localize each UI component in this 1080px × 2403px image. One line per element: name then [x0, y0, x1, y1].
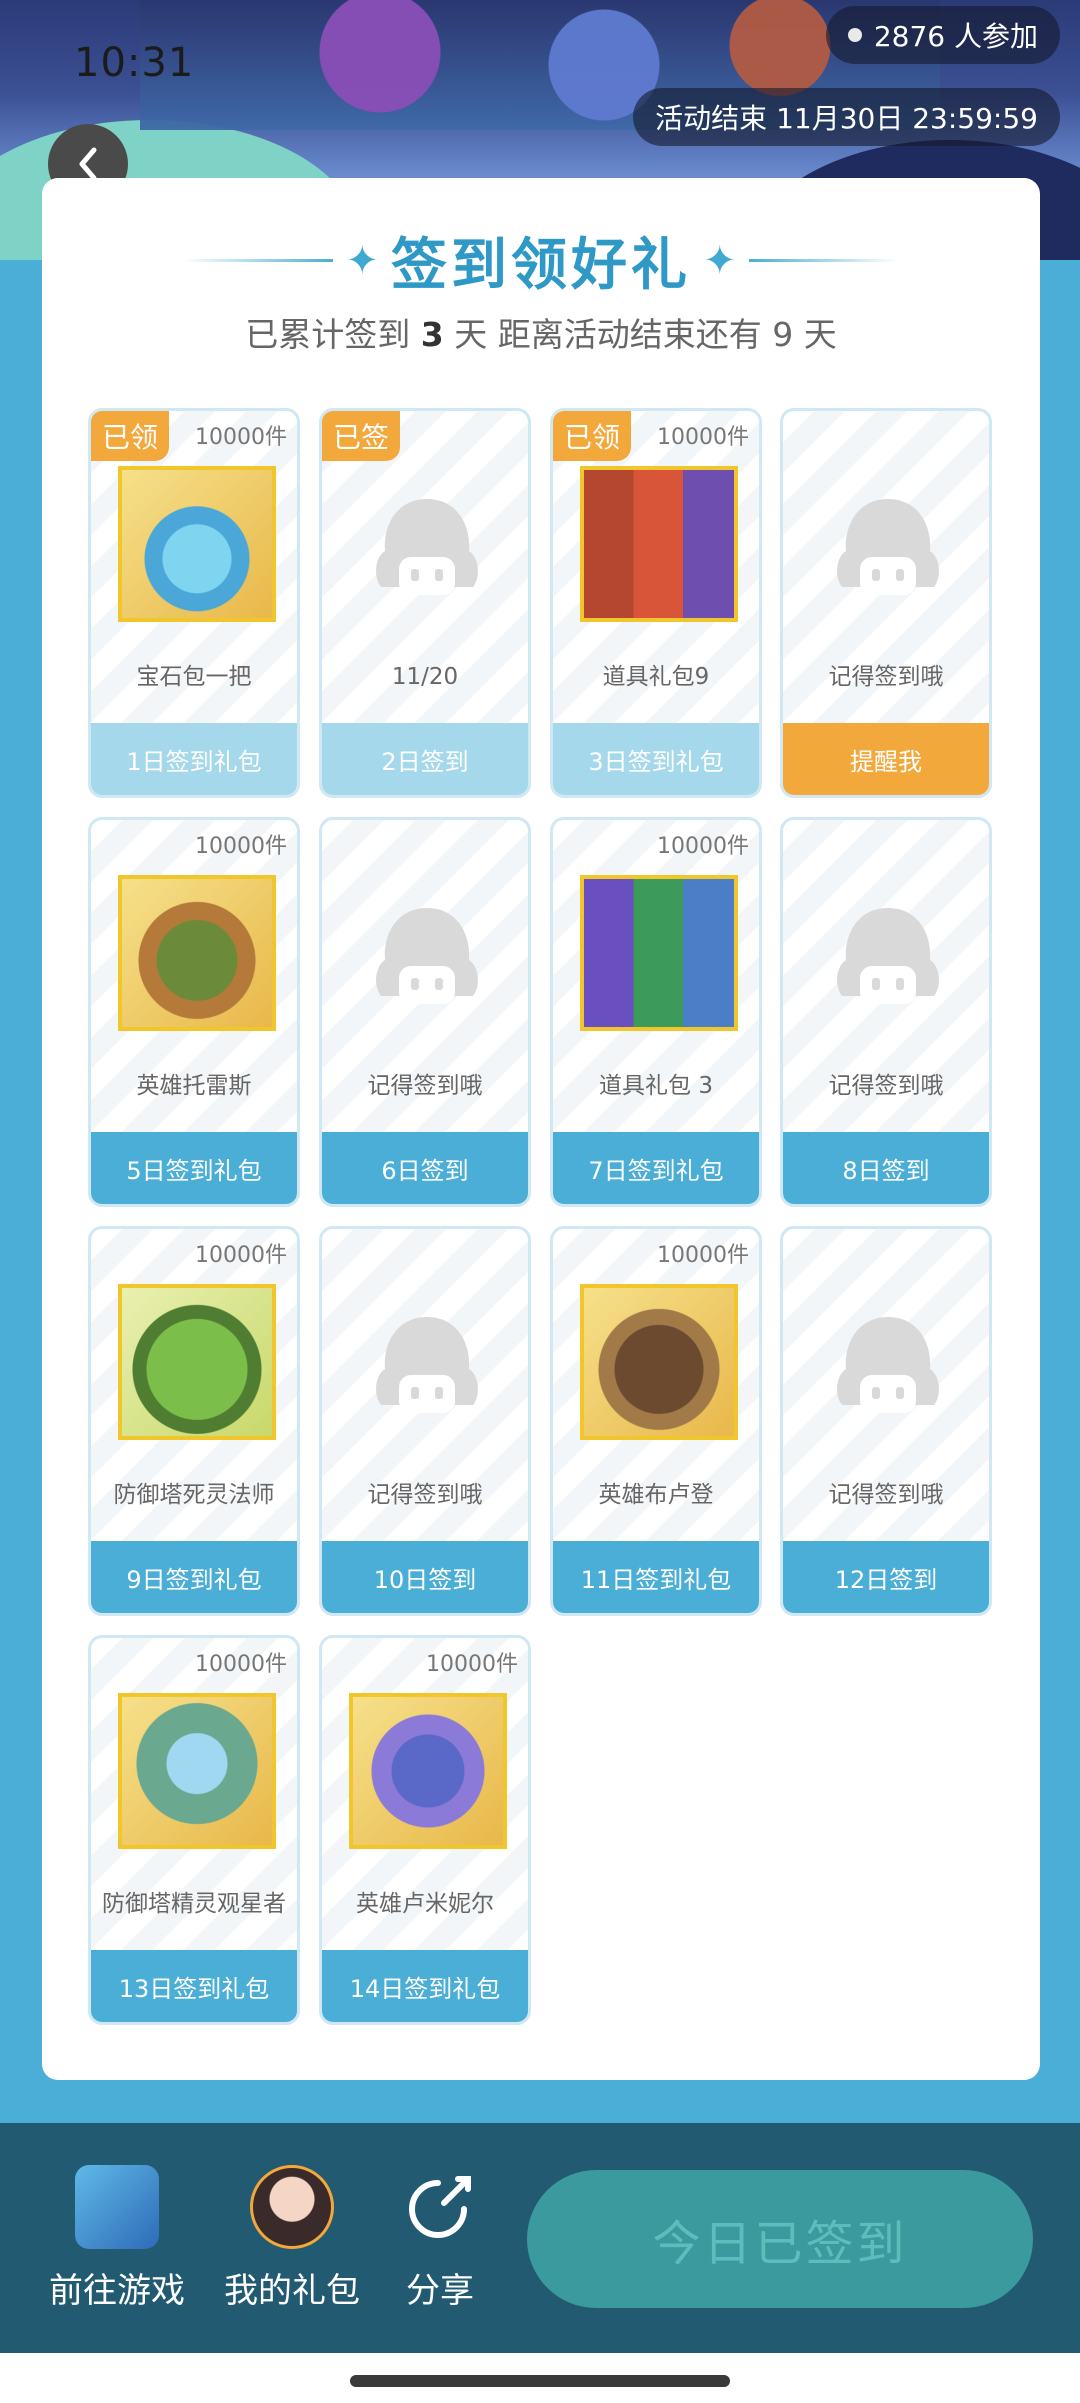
- locked-reward-placeholder-icon: [828, 900, 948, 1020]
- my-gifts-button[interactable]: 我的礼包: [222, 2165, 362, 2312]
- reward-tile-day-4[interactable]: 记得签到哦 提醒我: [780, 408, 992, 798]
- day-footer-label: 12日签到: [783, 1541, 989, 1613]
- title-line-right: [748, 259, 899, 262]
- reward-name: 英雄卢米妮尔: [356, 1891, 494, 1917]
- claim-status-badge: 已领: [553, 411, 631, 461]
- reward-tile-day-5[interactable]: 10000件英雄托雷斯 5日签到礼包: [88, 817, 300, 1207]
- status-time: 10:31: [74, 40, 195, 86]
- reward-tile-day-13[interactable]: 10000件防御塔精灵观星者 13日签到礼包: [88, 1635, 300, 2025]
- locked-reward-placeholder-icon: [828, 1309, 948, 1429]
- day-footer-label: 5日签到礼包: [91, 1132, 297, 1204]
- day-footer-label: 13日签到礼包: [91, 1950, 297, 2022]
- avatar-gift-icon: [250, 2165, 334, 2249]
- my-gifts-label: 我的礼包: [224, 2271, 360, 2311]
- hero-dragon-image: [349, 1693, 507, 1849]
- end-time-pill: 活动结束 11月30日 23:59:59: [633, 88, 1060, 146]
- bottom-action-bar: 前往游戏 我的礼包 分享 今日已签到: [0, 2123, 1080, 2353]
- checkin-summary: 已累计签到 3 天 距离活动结束还有 9 天: [42, 308, 1040, 356]
- reward-name: 11/20: [391, 664, 459, 690]
- cards-red-image: [580, 466, 738, 622]
- share-icon: [398, 2165, 482, 2249]
- day-footer-label: 7日签到礼包: [553, 1132, 759, 1204]
- reward-name: 英雄托雷斯: [136, 1073, 252, 1099]
- reward-name: 记得签到哦: [828, 664, 944, 690]
- summary-mid: 天 距离活动结束还有: [454, 315, 762, 354]
- stock-count: 10000件: [195, 834, 287, 859]
- stock-count: 10000件: [195, 1243, 287, 1268]
- locked-reward-placeholder-icon: [367, 491, 487, 611]
- go-game-button[interactable]: 前往游戏: [47, 2165, 187, 2312]
- day-footer-label: 6日签到: [322, 1132, 528, 1204]
- reward-name: 记得签到哦: [367, 1482, 483, 1508]
- stock-count: 10000件: [657, 1243, 749, 1268]
- summary-prefix: 已累计签到: [245, 315, 411, 354]
- reward-name: 记得签到哦: [828, 1073, 944, 1099]
- reward-tile-day-8[interactable]: 记得签到哦 8日签到: [780, 817, 992, 1207]
- locked-reward-placeholder-icon: [828, 491, 948, 611]
- reward-tile-day-12[interactable]: 记得签到哦 12日签到: [780, 1226, 992, 1616]
- day-footer-label: 2日签到: [322, 723, 528, 795]
- home-indicator[interactable]: [350, 2375, 730, 2387]
- reward-name: 记得签到哦: [367, 1073, 483, 1099]
- stock-count: 10000件: [195, 425, 287, 450]
- day-footer-label: 9日签到礼包: [91, 1541, 297, 1613]
- reward-name: 道具礼包 3: [599, 1073, 713, 1099]
- checkin-card: ✦ 签到领好礼 ✦ 已累计签到 3 天 距离活动结束还有 9 天 已领 10000…: [42, 178, 1040, 2080]
- reward-name: 宝石包一把: [136, 664, 252, 690]
- hero-torres-image: [118, 875, 276, 1031]
- stock-count: 10000件: [657, 834, 749, 859]
- remaining-days-count: 9: [772, 315, 794, 354]
- page-title: 签到领好礼: [391, 233, 691, 298]
- reward-name: 道具礼包9: [602, 664, 710, 690]
- reward-tile-day-2[interactable]: 已签 11/20 2日签到: [319, 408, 531, 798]
- reward-tile-day-1[interactable]: 已领 10000件宝石包一把 1日签到礼包: [88, 408, 300, 798]
- reward-name: 防御塔死灵法师: [113, 1482, 275, 1508]
- reward-tile-day-9[interactable]: 10000件防御塔死灵法师 9日签到礼包: [88, 1226, 300, 1616]
- reward-name: 英雄布卢登: [598, 1482, 714, 1508]
- tower-elven-image: [118, 1693, 276, 1849]
- day-footer-label: 10日签到: [322, 1541, 528, 1613]
- claim-status-badge: 已领: [91, 411, 169, 461]
- participants-icon: [847, 28, 862, 42]
- stock-count: 10000件: [657, 425, 749, 450]
- sparkle-icon: ✦: [703, 237, 737, 284]
- checkin-button[interactable]: 今日已签到: [527, 2170, 1033, 2308]
- stock-count: 10000件: [426, 1652, 518, 1677]
- sparkle-icon: ✦: [345, 237, 379, 284]
- reward-tile-day-14[interactable]: 10000件英雄卢米妮尔 14日签到礼包: [319, 1635, 531, 2025]
- share-label: 分享: [406, 2271, 474, 2311]
- day-footer-label: 8日签到: [783, 1132, 989, 1204]
- reward-name: 防御塔精灵观星者: [102, 1891, 286, 1917]
- end-time-text: 活动结束 11月30日 23:59:59: [655, 102, 1038, 135]
- participants-count: 2876 人参加: [873, 20, 1038, 53]
- reward-tile-day-7[interactable]: 10000件道具礼包 3 7日签到礼包: [550, 817, 762, 1207]
- gem-pile-image: [118, 466, 276, 622]
- go-game-label: 前往游戏: [49, 2271, 185, 2311]
- locked-reward-placeholder-icon: [367, 1309, 487, 1429]
- reward-name: 记得签到哦: [828, 1482, 944, 1508]
- reward-tile-day-6[interactable]: 记得签到哦 6日签到: [319, 817, 531, 1207]
- reward-tile-day-3[interactable]: 已领 10000件道具礼包9 3日签到礼包: [550, 408, 762, 798]
- game-app-icon: [75, 2165, 159, 2249]
- share-button[interactable]: 分享: [370, 2165, 510, 2312]
- stock-count: 10000件: [195, 1652, 287, 1677]
- day-footer-label: 3日签到礼包: [553, 723, 759, 795]
- day-footer-label: 1日签到礼包: [91, 723, 297, 795]
- claim-status-badge: 已签: [322, 411, 400, 461]
- reward-tile-day-10[interactable]: 记得签到哦 10日签到: [319, 1226, 531, 1616]
- signed-days-count: 3: [420, 315, 444, 354]
- locked-reward-placeholder-icon: [367, 900, 487, 1020]
- tower-necromancer-image: [118, 1284, 276, 1440]
- title-line-left: [183, 259, 334, 262]
- day-footer-label: 14日签到礼包: [322, 1950, 528, 2022]
- participants-pill: 2876 人参加: [825, 6, 1060, 64]
- remind-me-button[interactable]: 提醒我: [783, 723, 989, 795]
- day-footer-label: 11日签到礼包: [553, 1541, 759, 1613]
- hero-griffin-image: [580, 1284, 738, 1440]
- summary-suffix: 天: [803, 315, 837, 354]
- cards-purple-image: [580, 875, 738, 1031]
- reward-tile-day-11[interactable]: 10000件英雄布卢登 11日签到礼包: [550, 1226, 762, 1616]
- card-title-row: ✦ 签到领好礼 ✦: [42, 220, 1040, 301]
